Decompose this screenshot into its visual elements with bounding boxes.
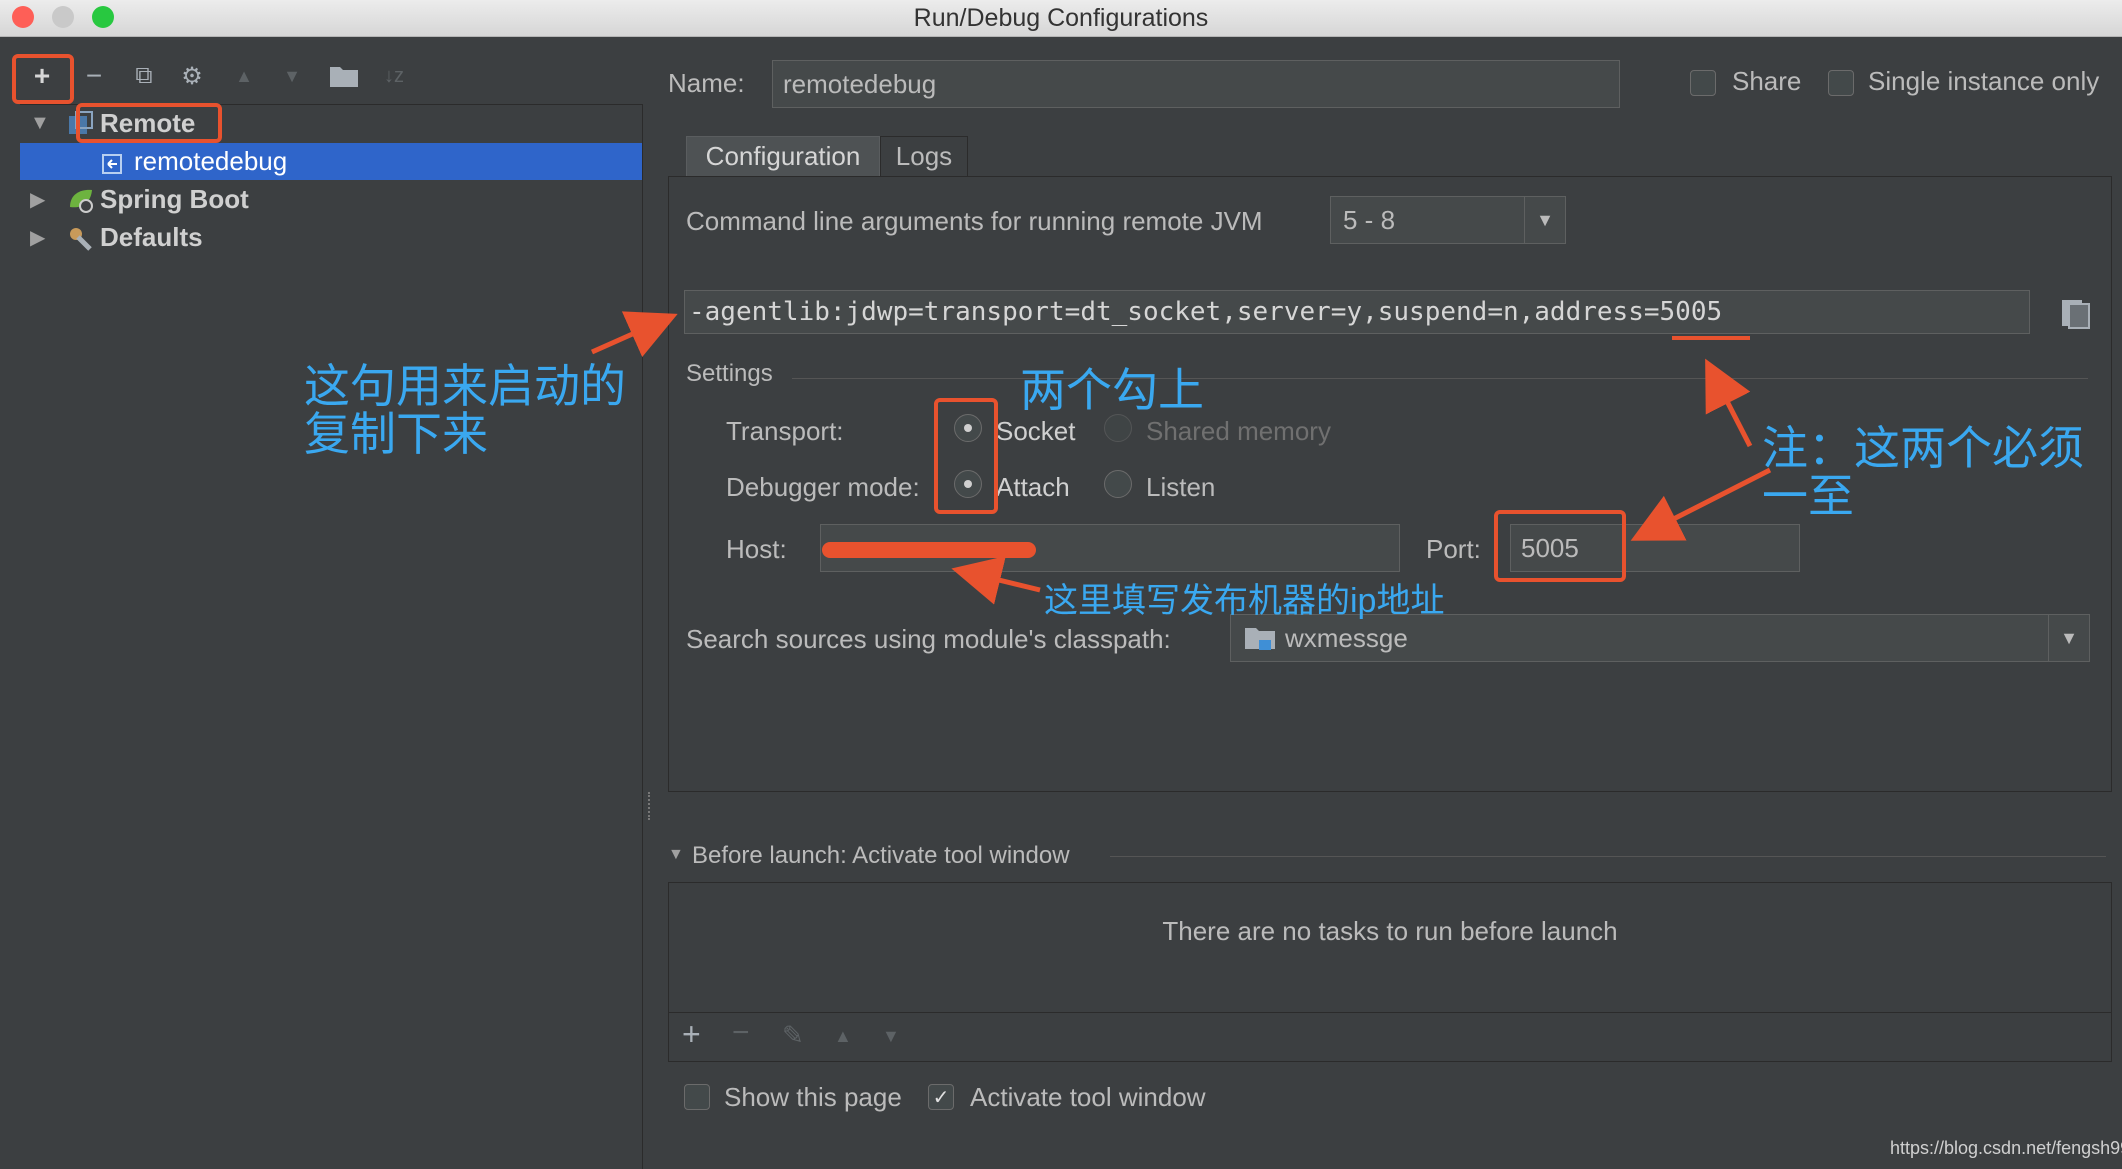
annotation-must-match-line1: 注：这两个必须 [1762, 422, 2084, 474]
arrow-to-port [1630, 467, 1772, 541]
arrow-to-host [951, 555, 1041, 605]
annotation-ip-note: 这里填写发布机器的ip地址 [1044, 582, 1445, 620]
annotation-must-match-line2: 一至 [1762, 470, 1854, 522]
annotation-copy-note-line2: 复制下来 [304, 408, 488, 460]
annotation-check-both: 两个勾上 [1020, 364, 1204, 416]
arrow-to-address [1705, 358, 1753, 448]
arrow-to-cmd-args [590, 311, 678, 358]
annotation-copy-note-line1: 这句用来启动的 [304, 360, 626, 412]
